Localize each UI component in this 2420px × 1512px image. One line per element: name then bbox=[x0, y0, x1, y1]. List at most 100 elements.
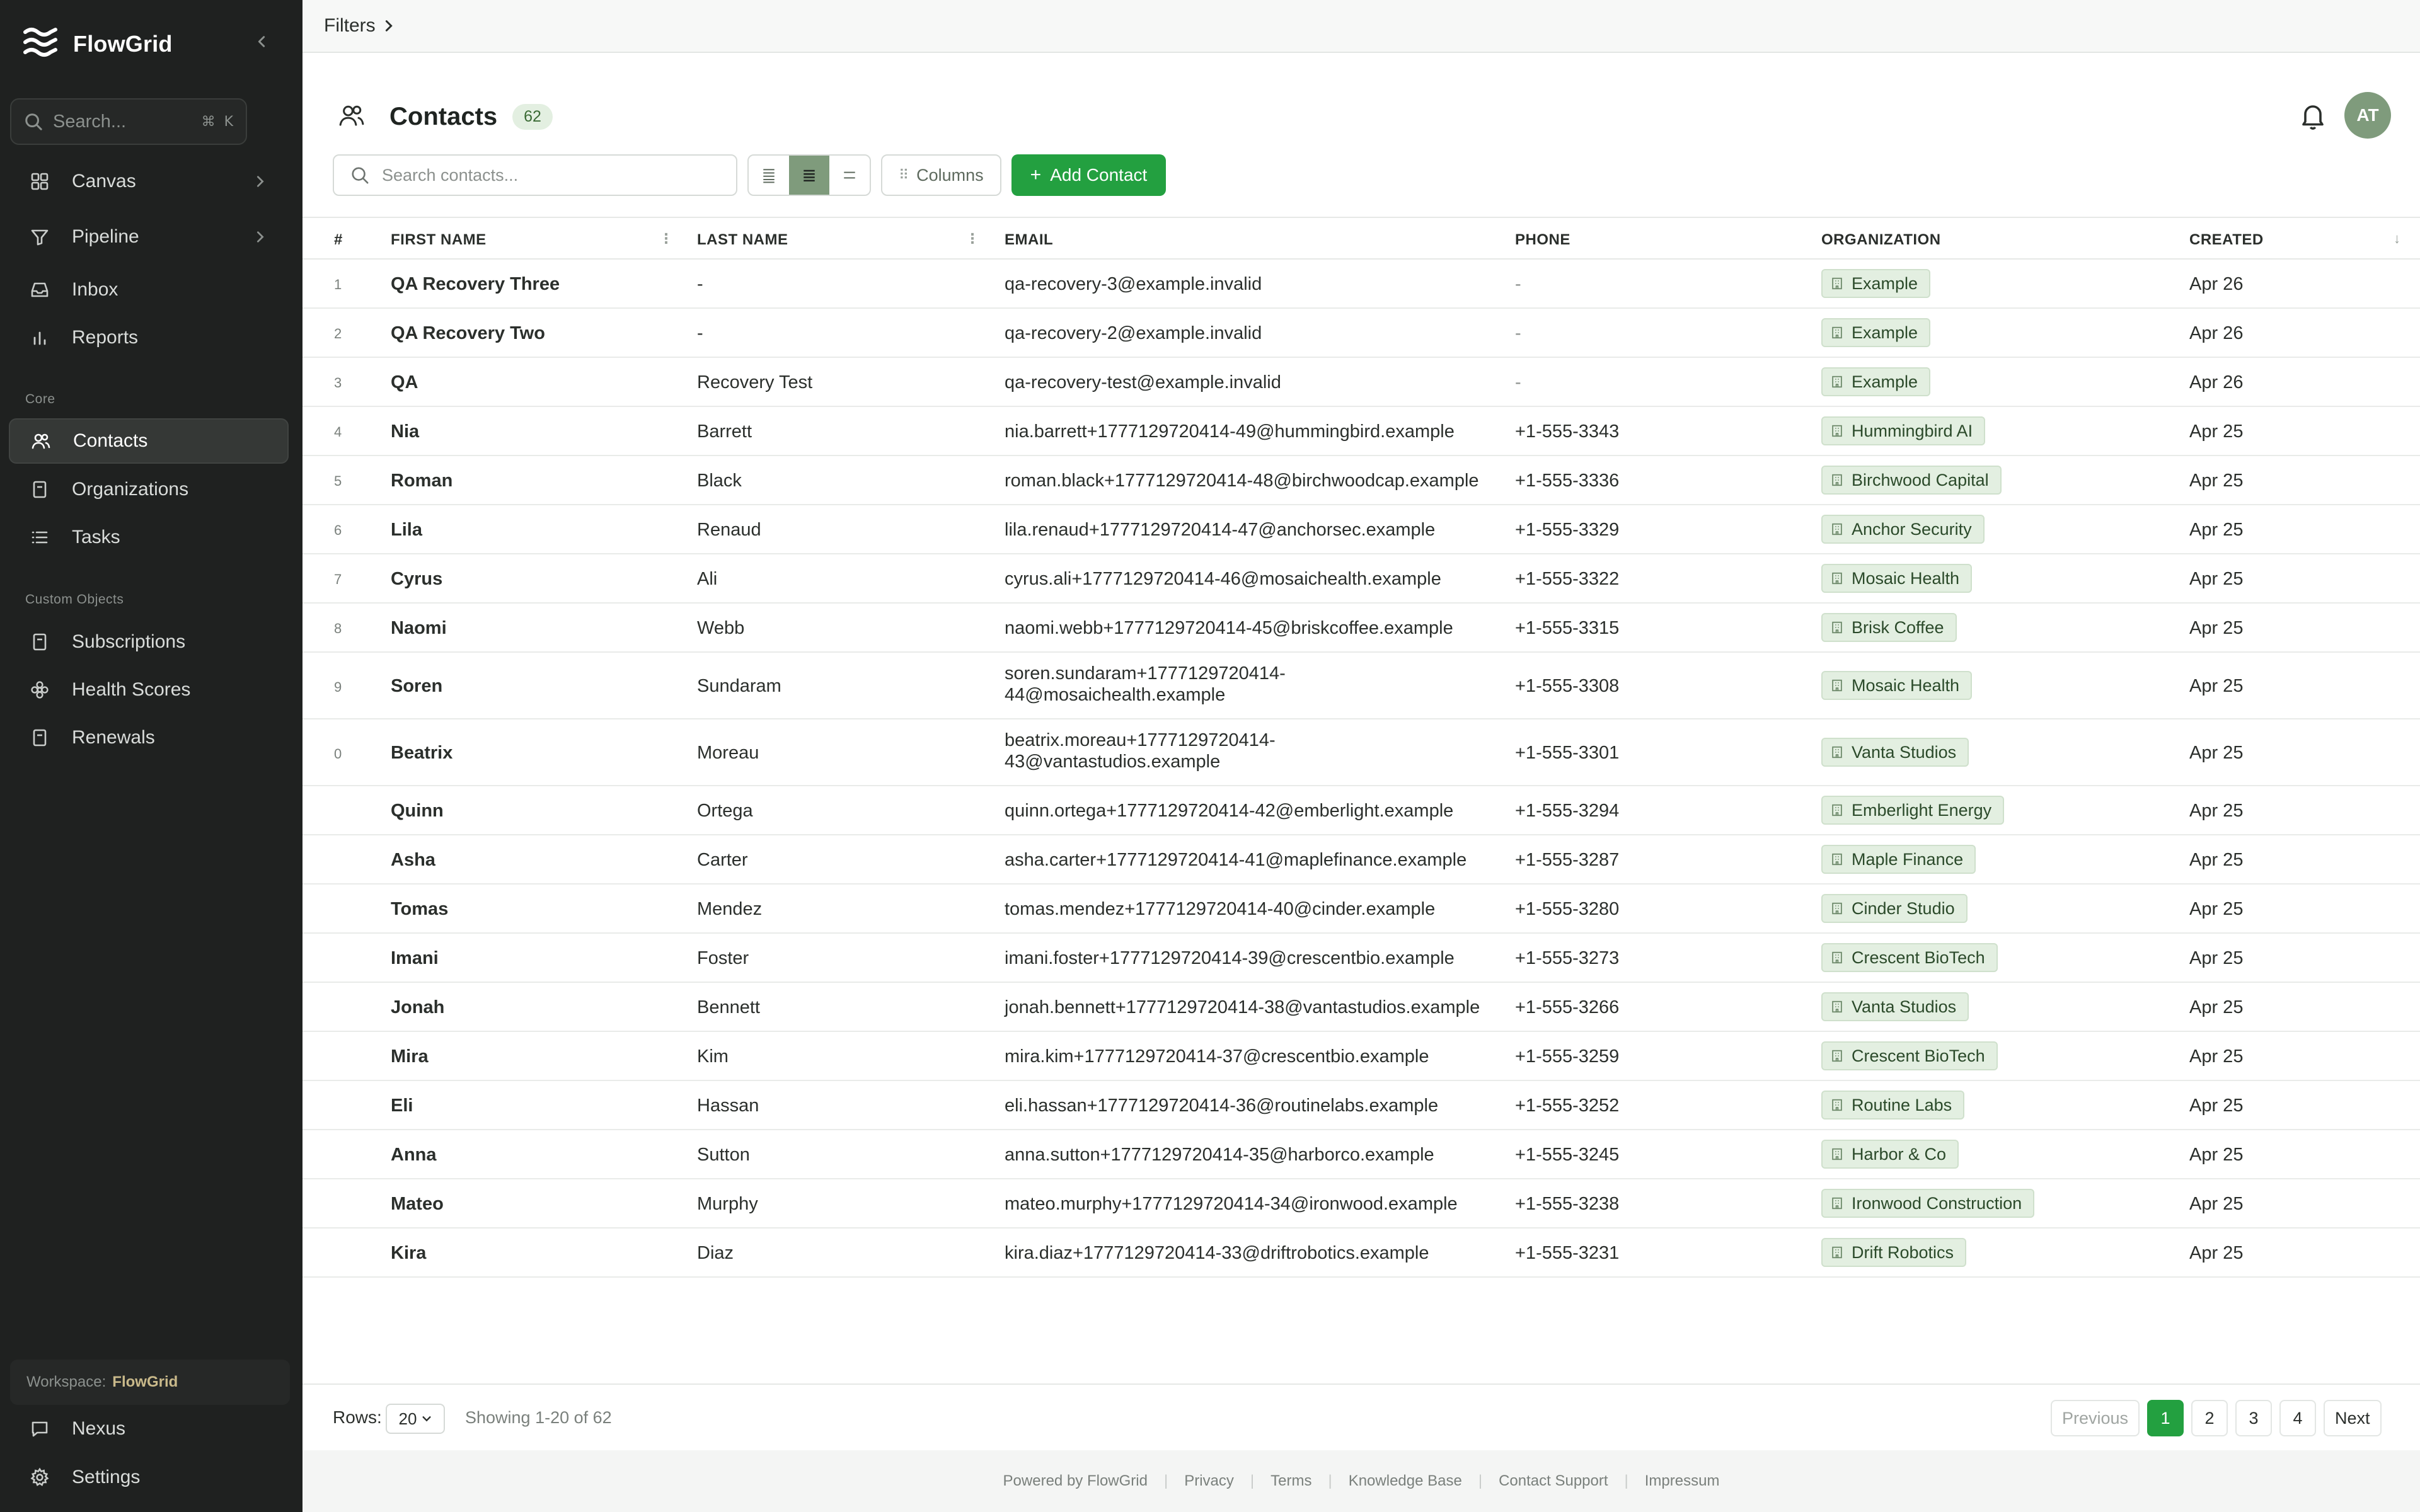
table-row[interactable]: 2 QA Recovery Two - qa-recovery-2@example.i… bbox=[302, 309, 2420, 358]
sidebar-item-contacts[interactable]: Contacts bbox=[9, 418, 289, 464]
brand[interactable]: FlowGrid bbox=[21, 23, 173, 66]
sidebar-item-inbox[interactable]: Inbox bbox=[9, 267, 289, 312]
organization-cell[interactable]: Ironwood Construction bbox=[1821, 1189, 2035, 1218]
last-name-cell[interactable]: Sutton bbox=[697, 1145, 750, 1166]
email-cell[interactable]: qa-recovery-test@example.invalid bbox=[1005, 372, 1281, 393]
footer-powered-by[interactable]: Powered by FlowGrid bbox=[1003, 1472, 1148, 1490]
table-row[interactable]: 3 QA Recovery Test qa-recovery-test@example… bbox=[302, 358, 2420, 407]
phone-cell[interactable]: +1-555-3343 bbox=[1515, 421, 1619, 442]
header-first-name[interactable]: FIRST NAME bbox=[391, 231, 487, 249]
organization-cell[interactable]: Example bbox=[1821, 318, 1931, 347]
organization-tag[interactable]: Anchor Security bbox=[1821, 515, 1985, 544]
first-name-cell[interactable]: Beatrix bbox=[391, 743, 452, 764]
phone-cell[interactable]: +1-555-3329 bbox=[1515, 520, 1619, 541]
email-cell[interactable]: eli.hassan+1777129720414-36@routinelabs.… bbox=[1005, 1096, 1438, 1116]
phone-cell[interactable]: +1-555-3238 bbox=[1515, 1194, 1619, 1215]
organization-tag[interactable]: Example bbox=[1821, 318, 1931, 347]
organization-cell[interactable]: Vanta Studios bbox=[1821, 992, 1969, 1021]
phone-cell[interactable]: +1-555-3322 bbox=[1515, 569, 1619, 590]
sidebar-item-pipeline[interactable]: Pipeline bbox=[9, 214, 289, 260]
sort-desc-icon[interactable]: ↓ bbox=[2394, 231, 2401, 247]
organization-tag[interactable]: Vanta Studios bbox=[1821, 738, 1969, 767]
email-cell[interactable]: soren.sundaram+1777129720414-44@mosaiche… bbox=[1005, 663, 1286, 706]
table-row[interactable]: Eli Hassan eli.hassan+1777129720414-36@rou… bbox=[302, 1081, 2420, 1130]
last-name-cell[interactable]: Bennett bbox=[697, 997, 760, 1018]
organization-tag[interactable]: Example bbox=[1821, 367, 1931, 396]
organization-cell[interactable]: Birchwood Capital bbox=[1821, 466, 2002, 495]
organization-cell[interactable]: Mosaic Health bbox=[1821, 564, 1973, 593]
first-name-cell[interactable]: Lila bbox=[391, 520, 422, 541]
filters-toggle[interactable]: Filters bbox=[302, 0, 2420, 53]
organization-tag[interactable]: Example bbox=[1821, 269, 1931, 298]
organization-tag[interactable]: Birchwood Capital bbox=[1821, 466, 2002, 495]
column-menu-icon[interactable]: ⋮ bbox=[659, 231, 674, 247]
phone-cell[interactable]: +1-555-3273 bbox=[1515, 948, 1619, 969]
email-cell[interactable]: mateo.murphy+1777129720414-34@ironwood.e… bbox=[1005, 1194, 1458, 1215]
header-created[interactable]: CREATED bbox=[2189, 231, 2264, 249]
table-row[interactable]: Anna Sutton anna.sutton+1777129720414-35@h… bbox=[302, 1130, 2420, 1179]
header-email[interactable]: EMAIL bbox=[1005, 231, 1053, 249]
email-cell[interactable]: cyrus.ali+1777129720414-46@mosaichealth.… bbox=[1005, 569, 1441, 590]
email-cell[interactable]: qa-recovery-3@example.invalid bbox=[1005, 274, 1262, 295]
sidebar-item-tasks[interactable]: Tasks bbox=[9, 515, 289, 560]
table-row[interactable]: 9 Soren Sundaram soren.sundaram+17771297204… bbox=[302, 653, 2420, 719]
phone-cell[interactable]: +1-555-3245 bbox=[1515, 1145, 1619, 1166]
page-button-3[interactable]: 3 bbox=[2235, 1400, 2273, 1436]
first-name-cell[interactable]: Soren bbox=[391, 676, 442, 697]
email-cell[interactable]: jonah.bennett+1777129720414-38@vantastud… bbox=[1005, 997, 1480, 1018]
email-cell[interactable]: lila.renaud+1777129720414-47@anchorsec.e… bbox=[1005, 520, 1435, 541]
sidebar-item-renewals[interactable]: Renewals bbox=[9, 715, 289, 760]
organization-tag[interactable]: Cinder Studio bbox=[1821, 894, 1968, 923]
organization-tag[interactable]: Hummingbird AI bbox=[1821, 416, 1986, 445]
first-name-cell[interactable]: Mateo bbox=[391, 1194, 444, 1215]
email-cell[interactable]: tomas.mendez+1777129720414-40@cinder.exa… bbox=[1005, 899, 1435, 920]
column-menu-icon[interactable]: ⋮ bbox=[965, 231, 980, 247]
columns-button[interactable]: ⠿ Columns bbox=[881, 154, 1001, 196]
phone-cell[interactable]: - bbox=[1515, 274, 1521, 295]
first-name-cell[interactable]: Cyrus bbox=[391, 569, 442, 590]
last-name-cell[interactable]: Barrett bbox=[697, 421, 752, 442]
phone-cell[interactable]: - bbox=[1515, 372, 1521, 393]
sidebar-item-nexus[interactable]: Nexus bbox=[9, 1406, 289, 1452]
sidebar-item-subscriptions[interactable]: Subscriptions bbox=[9, 619, 289, 665]
page-button-4[interactable]: 4 bbox=[2279, 1400, 2317, 1436]
phone-cell[interactable]: +1-555-3301 bbox=[1515, 743, 1619, 764]
organization-tag[interactable]: Maple Finance bbox=[1821, 845, 1976, 874]
phone-cell[interactable]: +1-555-3315 bbox=[1515, 618, 1619, 639]
organization-tag[interactable]: Brisk Coffee bbox=[1821, 613, 1957, 642]
last-name-cell[interactable]: Ali bbox=[697, 569, 717, 590]
email-cell[interactable]: asha.carter+1777129720414-41@maplefinanc… bbox=[1005, 850, 1466, 871]
table-row[interactable]: Imani Foster imani.foster+1777129720414-39… bbox=[302, 934, 2420, 983]
email-cell[interactable]: quinn.ortega+1777129720414-42@emberlight… bbox=[1005, 801, 1453, 822]
organization-cell[interactable]: Crescent BioTech bbox=[1821, 1041, 1998, 1070]
sidebar-search[interactable]: Search... ⌘ K bbox=[10, 98, 247, 145]
last-name-cell[interactable]: Sundaram bbox=[697, 676, 781, 697]
last-name-cell[interactable]: Carter bbox=[697, 850, 748, 871]
collapse-sidebar-button[interactable] bbox=[251, 28, 272, 55]
email-cell[interactable]: anna.sutton+1777129720414-35@harborco.ex… bbox=[1005, 1145, 1434, 1166]
organization-tag[interactable]: Mosaic Health bbox=[1821, 671, 1973, 700]
table-row[interactable]: Tomas Mendez tomas.mendez+1777129720414-40… bbox=[302, 885, 2420, 934]
organization-cell[interactable]: Crescent BioTech bbox=[1821, 943, 1998, 972]
table-row[interactable]: 7 Cyrus Ali cyrus.ali+1777129720414-46@mosa… bbox=[302, 554, 2420, 604]
last-name-cell[interactable]: Murphy bbox=[697, 1194, 758, 1215]
footer-link-terms[interactable]: Terms bbox=[1270, 1472, 1311, 1490]
sidebar-item-settings[interactable]: Settings bbox=[9, 1455, 289, 1500]
organization-tag[interactable]: Mosaic Health bbox=[1821, 564, 1973, 593]
density-comfortable-button[interactable] bbox=[829, 156, 870, 195]
organization-tag[interactable]: Emberlight Energy bbox=[1821, 796, 2005, 825]
phone-cell[interactable]: +1-555-3294 bbox=[1515, 801, 1619, 822]
last-name-cell[interactable]: Kim bbox=[697, 1046, 729, 1067]
next-page-button[interactable]: Next bbox=[2324, 1400, 2382, 1436]
organization-tag[interactable]: Vanta Studios bbox=[1821, 992, 1969, 1021]
last-name-cell[interactable]: Foster bbox=[697, 948, 749, 969]
header-phone[interactable]: PHONE bbox=[1515, 231, 1570, 249]
add-contact-button[interactable]: + Add Contact bbox=[1011, 154, 1167, 196]
organization-tag[interactable]: Drift Robotics bbox=[1821, 1238, 1967, 1267]
footer-link-knowledge-base[interactable]: Knowledge Base bbox=[1349, 1472, 1462, 1490]
phone-cell[interactable]: +1-555-3308 bbox=[1515, 676, 1619, 697]
organization-tag[interactable]: Ironwood Construction bbox=[1821, 1189, 2035, 1218]
workspace-switcher[interactable]: Workspace: FlowGrid bbox=[10, 1360, 290, 1405]
first-name-cell[interactable]: Mira bbox=[391, 1046, 429, 1067]
last-name-cell[interactable]: Mendez bbox=[697, 899, 762, 920]
